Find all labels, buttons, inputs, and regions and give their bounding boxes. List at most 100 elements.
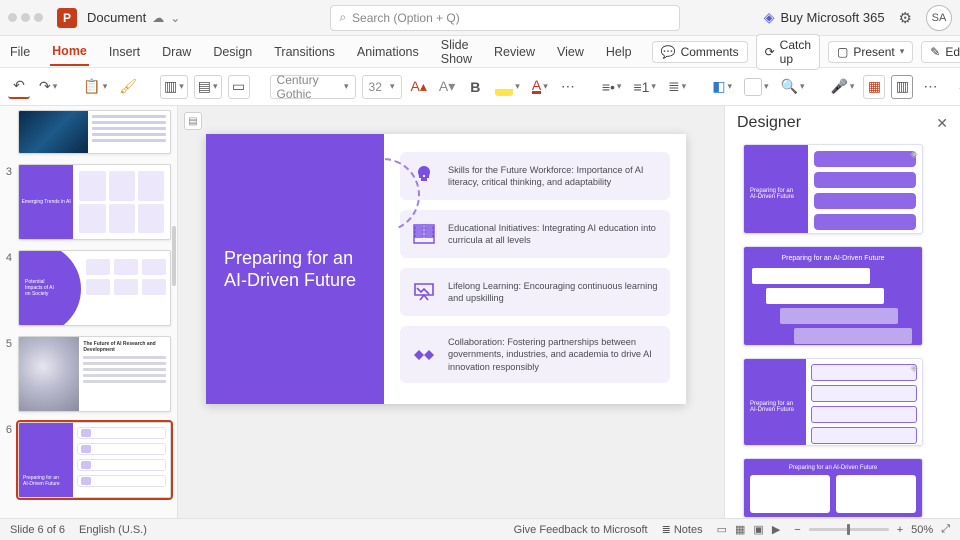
tab-view[interactable]: View xyxy=(555,39,586,65)
thumbnail-5[interactable]: 5 The Future of AI Research and Developm… xyxy=(2,336,171,412)
thumbnail-3[interactable]: 3 Emerging Trends in AI xyxy=(2,164,171,240)
tab-file[interactable]: File xyxy=(8,39,32,65)
designer-toggle-button[interactable]: ▦ xyxy=(863,75,885,99)
zoom-slider[interactable] xyxy=(809,528,889,531)
zoom-value[interactable]: 50% xyxy=(911,524,933,536)
dictate-button[interactable]: 🎤▾ xyxy=(827,75,857,99)
language-status[interactable]: English (U.S.) xyxy=(79,524,147,536)
close-designer-button[interactable]: ✕ xyxy=(936,115,948,132)
reading-view-button[interactable]: ▣ xyxy=(753,523,763,536)
tab-design[interactable]: Design xyxy=(211,39,254,65)
slideshow-view-button[interactable]: ▶ xyxy=(772,523,780,536)
bold-button[interactable]: B xyxy=(464,75,486,99)
document-title[interactable]: Document ☁ ⌄ xyxy=(87,10,180,25)
increase-font-button[interactable]: A▴ xyxy=(408,75,430,99)
tab-review[interactable]: Review xyxy=(492,39,537,65)
grid-view-button[interactable]: ▦ xyxy=(735,523,745,536)
chevron-down-icon: ▾ xyxy=(900,46,905,57)
redo-button[interactable]: ↷▾ xyxy=(36,75,60,99)
task-pane-button[interactable]: ▥ xyxy=(891,75,913,99)
search-input[interactable]: ⌕ Search (Option + Q) xyxy=(330,5,680,31)
more-font-button[interactable]: ⋯ xyxy=(557,75,579,99)
shapes-button[interactable]: ◧▾ xyxy=(709,75,735,99)
outline-toggle-button[interactable]: ▤ xyxy=(184,112,202,130)
numbering-button[interactable]: ≡1▾ xyxy=(630,75,659,99)
design-suggestion-2[interactable]: Preparing for an AI-Driven Future xyxy=(743,246,923,345)
slide-title[interactable]: Preparing for an AI-Driven Future xyxy=(206,247,384,292)
highlight-button[interactable]: ▾ xyxy=(492,75,523,99)
workspace: 3 Emerging Trends in AI 4 Potential Impa… xyxy=(0,106,960,518)
present-button[interactable]: ▢ Present ▾ xyxy=(828,41,913,63)
shape-fill-button[interactable]: ▾ xyxy=(741,75,772,99)
slide-item-4[interactable]: Collaboration: Fostering partnerships be… xyxy=(400,326,670,383)
fit-to-window-button[interactable]: ⤢ xyxy=(941,523,950,536)
new-slide-button[interactable]: ▥▾ xyxy=(160,75,188,99)
layout-button[interactable]: ▤▾ xyxy=(194,75,222,99)
overflow-button[interactable]: ⋯ xyxy=(919,75,941,99)
bullets-button[interactable]: ≡•▾ xyxy=(599,75,625,99)
slide-item-3[interactable]: Lifelong Learning: Encouraging continuou… xyxy=(400,268,670,316)
undo-button[interactable]: ↶ xyxy=(8,75,30,99)
buy-m365-label: Buy Microsoft 365 xyxy=(781,10,885,25)
tab-transitions[interactable]: Transitions xyxy=(272,39,337,65)
align-button[interactable]: ≣▾ xyxy=(665,75,689,99)
notes-label: Notes xyxy=(674,524,703,536)
zoom-controls: − + 50% ⤢ xyxy=(794,523,950,536)
collapse-ribbon-button[interactable]: ⌄ xyxy=(951,75,960,99)
tab-help[interactable]: Help xyxy=(604,39,634,65)
thumbnail-6[interactable]: 6 Preparing for an AI-Driven Future xyxy=(2,422,171,498)
zoom-in-button[interactable]: + xyxy=(897,524,903,536)
title-bar: P Document ☁ ⌄ ⌕ Search (Option + Q) ◈ B… xyxy=(0,0,960,36)
window-dot-icon xyxy=(21,13,30,22)
thumbnail-scrollbar[interactable] xyxy=(172,226,176,286)
editing-mode-button[interactable]: ✎ Editing ▾ xyxy=(921,41,960,63)
slide-canvas[interactable]: ▤ Preparing for an AI-Driven Future Skil… xyxy=(178,106,724,518)
paste-button[interactable]: 📋▾ xyxy=(80,75,110,99)
font-family-combo[interactable]: Century Gothic ▾ xyxy=(270,75,356,99)
thumbnail-2-partial[interactable] xyxy=(2,110,171,154)
comments-button[interactable]: 💬 Comments xyxy=(652,41,748,63)
settings-icon[interactable]: ⚙ xyxy=(899,9,912,27)
slide-counter[interactable]: Slide 6 of 6 xyxy=(10,524,65,536)
editing-label: Editing xyxy=(945,45,960,59)
design-mini-title: Preparing for an AI-Driven Future xyxy=(744,188,808,200)
find-button[interactable]: 🔍▾ xyxy=(778,75,808,99)
slide-thumbnails[interactable]: 3 Emerging Trends in AI 4 Potential Impa… xyxy=(0,106,178,518)
design-suggestion-1[interactable]: ◈ Preparing for an AI-Driven Future xyxy=(743,144,923,234)
status-bar: Slide 6 of 6 English (U.S.) Give Feedbac… xyxy=(0,518,960,540)
design-suggestion-3[interactable]: ◈ Preparing for an AI-Driven Future xyxy=(743,358,923,447)
designer-title: Designer xyxy=(737,114,801,132)
slide-item-2[interactable]: Educational Initiatives: Integrating AI … xyxy=(400,210,670,258)
decrease-font-button[interactable]: A▾ xyxy=(436,75,458,99)
font-family-value: Century Gothic xyxy=(277,73,342,101)
tab-insert[interactable]: Insert xyxy=(107,39,142,65)
tab-animations[interactable]: Animations xyxy=(355,39,421,65)
tab-draw[interactable]: Draw xyxy=(160,39,193,65)
diamond-icon: ◈ xyxy=(910,363,918,374)
normal-view-button[interactable]: ▭ xyxy=(717,523,727,536)
slide[interactable]: Preparing for an AI-Driven Future Skills… xyxy=(206,134,686,404)
buy-m365-button[interactable]: ◈ Buy Microsoft 365 xyxy=(764,9,885,26)
thumb-title: Potential Impacts of AI on Society xyxy=(25,279,59,297)
feedback-link[interactable]: Give Feedback to Microsoft xyxy=(514,524,648,536)
zoom-out-button[interactable]: − xyxy=(794,524,800,536)
thumb-number xyxy=(2,110,12,154)
tab-home[interactable]: Home xyxy=(50,38,89,66)
window-dot-icon xyxy=(8,13,17,22)
slide-content: Skills for the Future Workforce: Importa… xyxy=(384,134,686,404)
thumb-number: 5 xyxy=(2,336,12,412)
font-color-button[interactable]: A▾ xyxy=(529,75,551,99)
designer-suggestions[interactable]: ◈ Preparing for an AI-Driven Future Prep… xyxy=(725,140,960,518)
present-label: Present xyxy=(853,45,894,59)
reset-slide-button[interactable]: ▭ xyxy=(228,75,250,99)
avatar[interactable]: SA xyxy=(926,5,952,31)
notes-toggle[interactable]: ≣ Notes xyxy=(662,523,703,536)
design-mini-title: Preparing for an AI-Driven Future xyxy=(744,401,806,413)
font-size-combo[interactable]: 32 ▾ xyxy=(362,75,402,99)
format-painter-button[interactable]: 🖌 xyxy=(116,75,140,99)
slide-item-1[interactable]: Skills for the Future Workforce: Importa… xyxy=(400,152,670,200)
design-suggestion-4[interactable]: Preparing for an AI-Driven Future xyxy=(743,458,923,518)
thumbnail-4[interactable]: 4 Potential Impacts of AI on Society xyxy=(2,250,171,326)
catchup-button[interactable]: ⟳ Catch up xyxy=(756,34,820,70)
tab-slideshow[interactable]: Slide Show xyxy=(439,32,474,72)
